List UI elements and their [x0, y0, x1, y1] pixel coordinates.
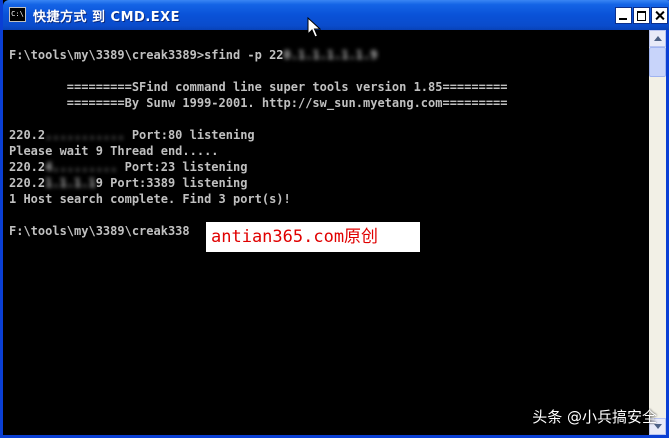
console-line: 220.24......... Port:23 listening: [9, 159, 508, 175]
cmd-icon[interactable]: C:\: [9, 7, 26, 22]
minimize-icon[interactable]: [615, 7, 632, 24]
console-text: =========SFind command line super tools …: [9, 80, 508, 94]
redacted-text: ...........: [45, 128, 125, 142]
console-line: F:\tools\my\3389\creak3389>sfind -p 220.…: [9, 47, 508, 63]
overlay-watermark: antian365.com原创: [206, 222, 420, 252]
mouse-cursor-icon: [307, 17, 321, 38]
console-line: Please wait 9 Thread end.....: [9, 143, 508, 159]
window-title: 快捷方式 到 CMD.EXE: [33, 10, 181, 25]
console-line: 220.21.1.1.19 Port:3389 listening: [9, 175, 508, 191]
console-text: F:\tools\my\3389\creak3389>sfind -p 22: [9, 48, 284, 62]
console-lines: F:\tools\my\3389\creak3389>sfind -p 220.…: [9, 47, 508, 239]
source-watermark: 头条 @小兵搞安全: [532, 408, 657, 426]
console-line: =========SFind command line super tools …: [9, 79, 508, 95]
console-text: F:\tools\my\3389\creak338: [9, 224, 190, 238]
maximize-icon[interactable]: [633, 7, 650, 24]
console-text: 220.2: [9, 160, 46, 174]
console-line: 1 Host search complete. Find 3 port(s)!: [9, 191, 508, 207]
console-text: Please wait 9 Thread end.....: [9, 144, 219, 158]
console-text: ========By Sunw 1999-2001. http://sw_sun…: [9, 96, 508, 110]
console-text: 1 Host search complete. Find 3 port(s)!: [9, 192, 291, 206]
console-text: Port:80 listening: [124, 128, 255, 142]
vertical-scrollbar[interactable]: [649, 30, 666, 435]
console-text: 220.2: [9, 176, 46, 190]
redacted-text: 1.1.1.1: [45, 176, 96, 190]
title-bar[interactable]: C:\ 快捷方式 到 CMD.EXE: [3, 0, 669, 30]
scroll-thumb[interactable]: [649, 47, 666, 77]
redacted-text: 4.........: [45, 160, 118, 174]
redacted-text: 0.1.1.1.1.1.9: [283, 48, 378, 62]
console-text: 9 Port:3389 listening: [95, 176, 248, 190]
close-icon[interactable]: [651, 7, 668, 24]
console-text: 220.2: [9, 128, 46, 142]
scroll-up-icon[interactable]: [649, 30, 666, 47]
console-line: ========By Sunw 1999-2001. http://sw_sun…: [9, 95, 508, 111]
console-text: Port:23 listening: [117, 160, 248, 174]
console-line: 220.2........... Port:80 listening: [9, 127, 508, 143]
cmd-window: C:\ 快捷方式 到 CMD.EXE F:\tools\my\3389\crea…: [0, 0, 669, 438]
